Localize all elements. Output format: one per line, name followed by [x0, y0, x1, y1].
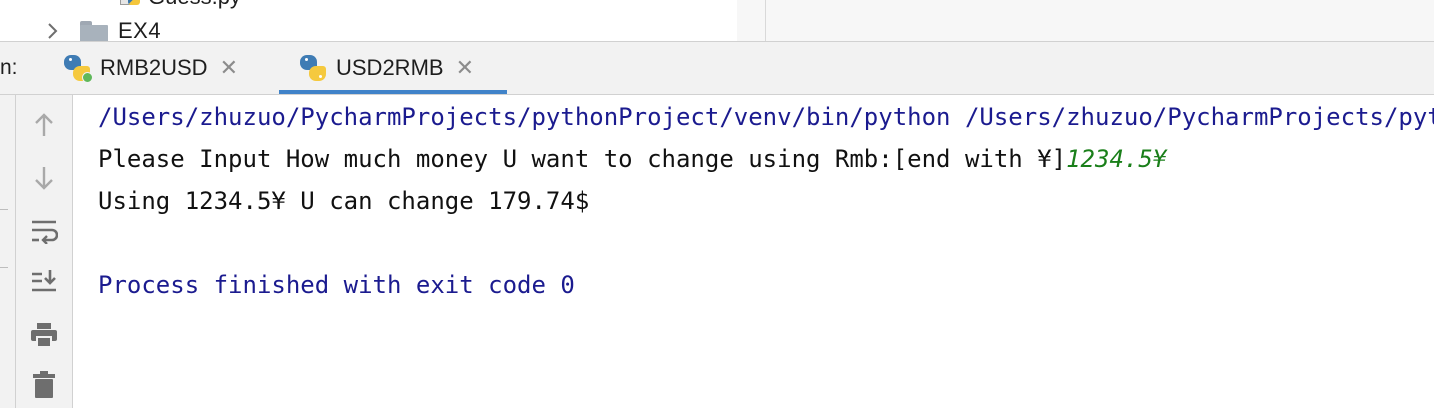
close-icon[interactable]: ✕ [220, 57, 238, 79]
tree-item-folder[interactable]: EX4 [44, 18, 161, 41]
console-output[interactable]: /Users/zhuzuo/PycharmProjects/pythonProj… [73, 95, 1434, 408]
python-run-config-icon [62, 53, 93, 83]
up-arrow-icon[interactable] [28, 109, 60, 141]
soft-wrap-icon[interactable] [28, 215, 60, 247]
tree-folder-label: EX4 [118, 18, 162, 41]
python-run-config-icon [298, 53, 328, 83]
tab-label: USD2RMB [336, 55, 444, 80]
tab-label: RMB2USD [100, 55, 208, 80]
project-tree-panel: Guess.py EX4 [0, 0, 736, 41]
trash-icon[interactable] [28, 369, 60, 401]
run-tab-bar: n: RMB2USD ✕ USD2RMB ✕ [0, 41, 1434, 95]
tree-item-file[interactable]: Guess.py [118, 0, 241, 10]
tab-usd2rmb[interactable]: USD2RMB ✕ [298, 42, 474, 94]
run-toolbar [16, 95, 73, 408]
project-tree-strip: Guess.py EX4 [0, 0, 1434, 41]
left-gutter [0, 95, 16, 408]
python-file-icon [118, 0, 140, 7]
chevron-right-icon[interactable] [44, 20, 62, 41]
tree-file-label: Guess.py [148, 0, 241, 10]
scroll-to-end-icon[interactable] [28, 265, 60, 297]
console-result-line: Using 1234.5¥ U can change 179.74$ [98, 187, 590, 215]
active-tab-indicator [279, 90, 507, 94]
gutter-divider [0, 209, 8, 210]
run-window-label: n: [0, 56, 18, 79]
down-arrow-icon[interactable] [28, 162, 60, 194]
print-icon[interactable] [28, 319, 60, 351]
editor-area-edge [737, 0, 1434, 41]
close-icon[interactable]: ✕ [456, 57, 474, 79]
console-exit-line: Process finished with exit code 0 [98, 271, 575, 299]
console-prompt: Please Input How much money U want to ch… [98, 145, 1067, 173]
console-user-input: 1234.5¥ [1066, 145, 1168, 173]
tab-rmb2usd[interactable]: RMB2USD ✕ [62, 42, 238, 94]
gutter-divider [0, 267, 8, 268]
panel-divider [765, 0, 766, 41]
folder-icon [80, 20, 108, 41]
console-prompt-line: Please Input How much money U want to ch… [98, 144, 1167, 174]
console-command-line: /Users/zhuzuo/PycharmProjects/pythonProj… [98, 103, 1434, 131]
